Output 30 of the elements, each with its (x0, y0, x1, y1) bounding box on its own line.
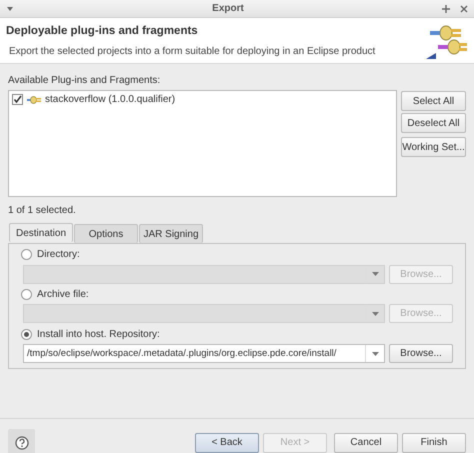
window-menu-icon[interactable] (6, 4, 14, 12)
radio-button[interactable] (21, 328, 32, 340)
tab[interactable]: Destination (9, 223, 73, 242)
wizard-button[interactable]: < Back (195, 432, 259, 452)
wizard-button[interactable]: Finish (402, 432, 466, 452)
path-combo-field[interactable]: /tmp/so/eclipse/workspace/.metadata/.plugins/org.eclipse.pde.core/install/ (23, 344, 385, 364)
close-icon[interactable] (460, 4, 468, 12)
tab[interactable]: JAR Signing (139, 224, 203, 243)
list-action-button[interactable]: Deselect All (401, 113, 466, 133)
page-description: Export the selected projects into a form suitable for deploying in an Eclipse product (8, 46, 376, 57)
browse-button[interactable]: Browse... (389, 344, 453, 364)
window-title: Export (211, 3, 245, 14)
help-button[interactable] (8, 429, 35, 453)
radio-label: Directory: (37, 249, 80, 260)
wizard-button[interactable]: Cancel (334, 432, 398, 452)
help-icon (14, 436, 28, 450)
page-title: Deployable plug-ins and fragments (6, 25, 199, 37)
dropdown-arrow-icon[interactable] (372, 352, 378, 356)
tab[interactable]: Options (74, 224, 138, 243)
plugin-drawing (424, 23, 468, 61)
list-action-button[interactable]: Working Set... (401, 137, 466, 157)
list-action-button[interactable]: Select All (401, 91, 466, 111)
plugin-item[interactable]: stackoverflow (1.0.0.qualifier) (45, 94, 176, 105)
plugin-icon (27, 96, 41, 104)
checkbox[interactable] (12, 94, 23, 105)
selection-status: 1 of 1 selected. (8, 205, 77, 216)
maximize-icon[interactable] (442, 4, 450, 12)
list-label: Available Plug-ins and Fragments: (8, 75, 162, 86)
radio-label: Archive file: (37, 289, 89, 300)
radio-label: Install into host. Repository: (37, 328, 160, 340)
